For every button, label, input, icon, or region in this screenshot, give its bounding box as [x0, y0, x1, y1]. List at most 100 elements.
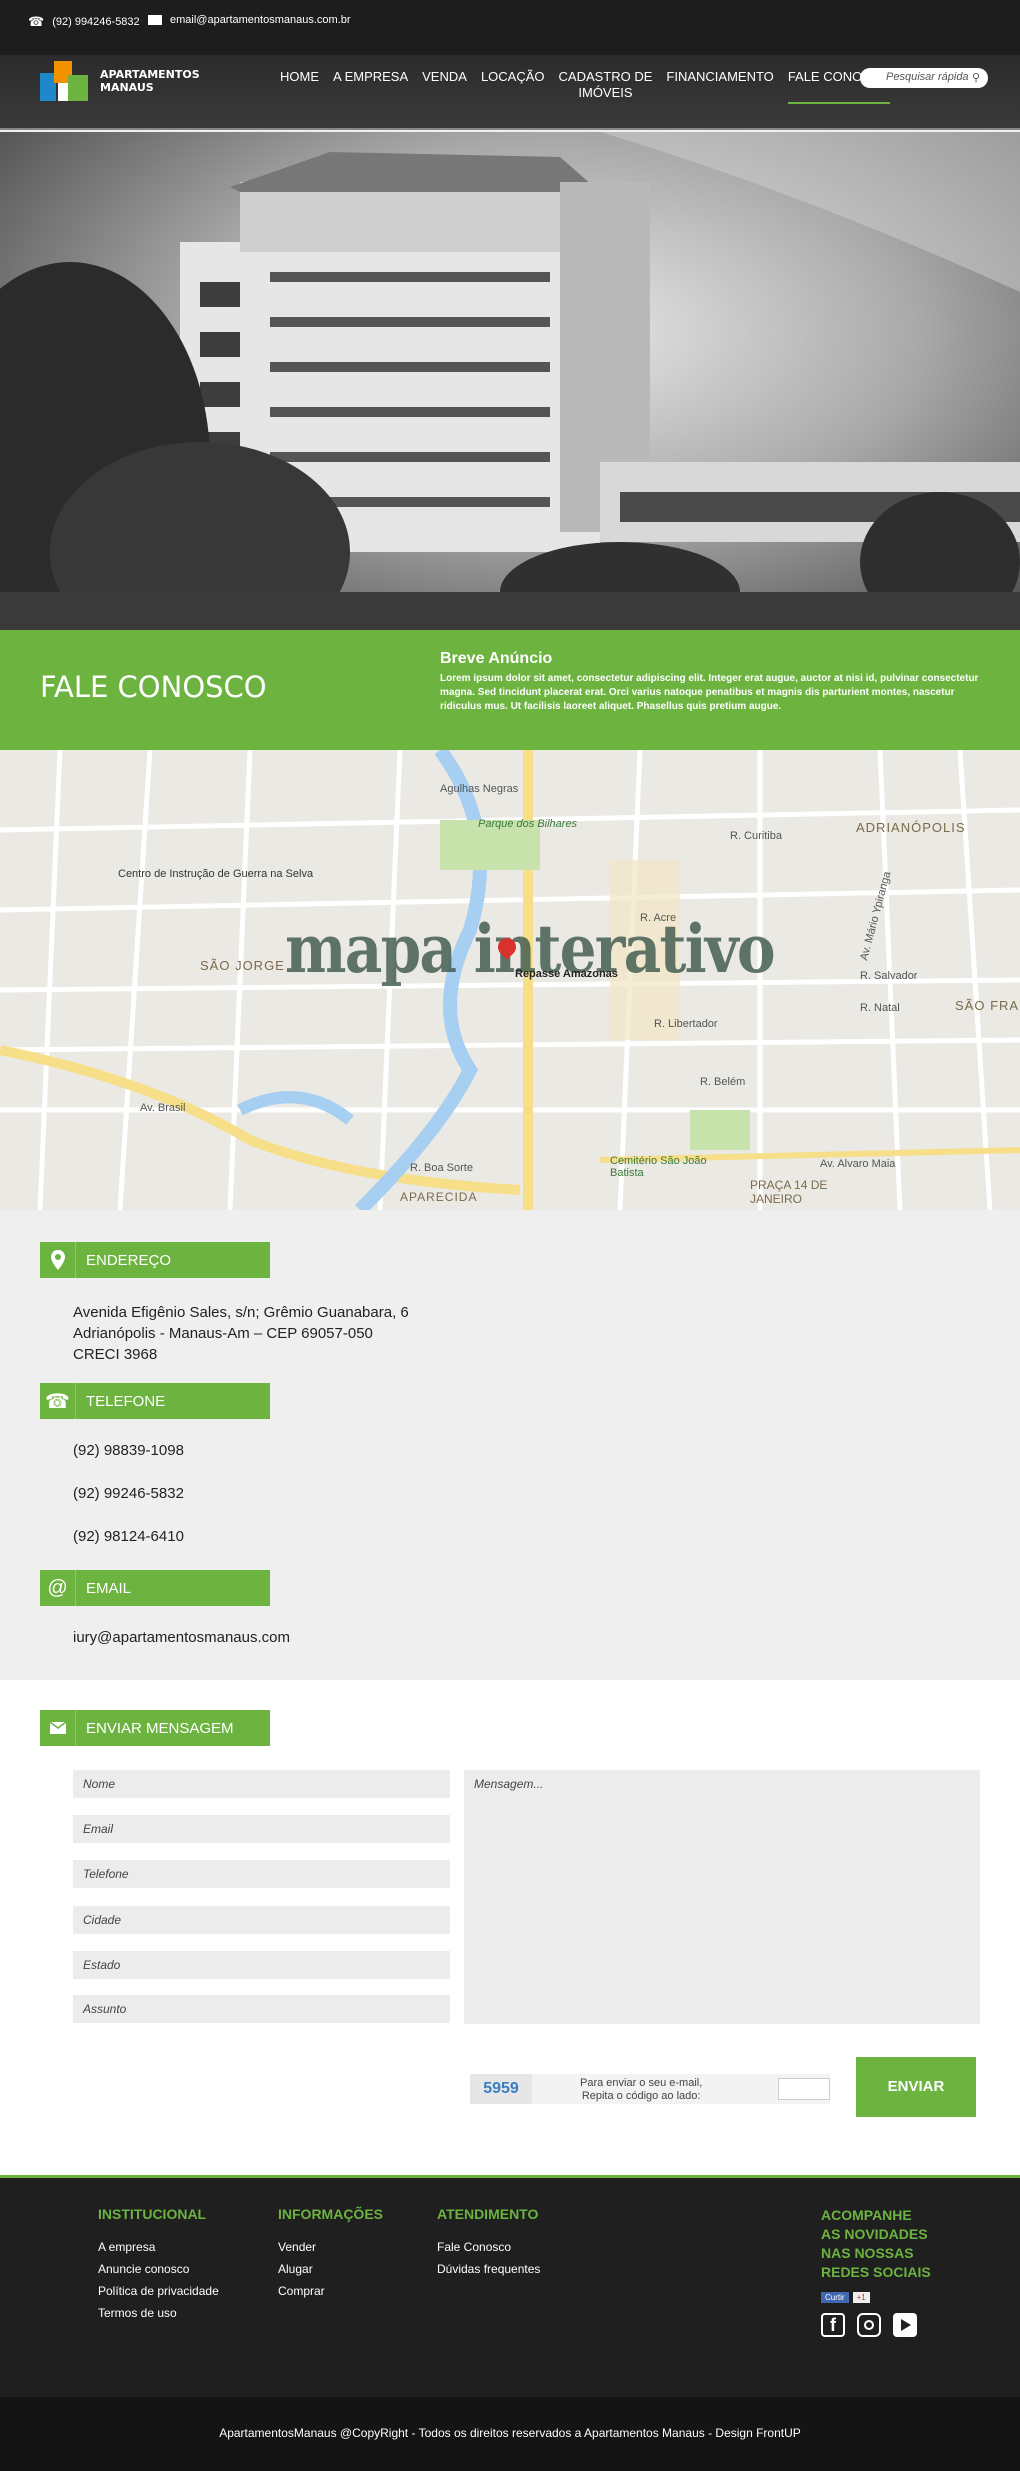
footer-link[interactable]: Política de privacidade: [98, 2280, 219, 2302]
footer-link[interactable]: Alugar: [278, 2258, 383, 2280]
phone-number[interactable]: (92) 98124-6410: [73, 1526, 184, 1547]
map-label: Parque dos Bilhares: [478, 818, 578, 830]
page-title: FALE CONOSCO: [40, 670, 267, 704]
city-field[interactable]: Cidade: [73, 1906, 450, 1934]
address-heading: ENDEREÇO: [40, 1242, 270, 1278]
captcha-text: Repita o código ao lado:: [581, 2090, 701, 2102]
map-label: R. Belém: [700, 1076, 746, 1088]
social-heading-line: REDES SOCIAIS: [821, 2264, 931, 2280]
captcha-input[interactable]: [778, 2078, 830, 2100]
footer-link[interactable]: Termos de uso: [98, 2302, 219, 2324]
logo[interactable]: APARTAMENTOS MANAUS: [40, 61, 200, 101]
phone-icon: ☎: [40, 1383, 76, 1419]
map-label: R. Curitiba: [730, 830, 782, 842]
footer-social: ACOMPANHE AS NOVIDADES NAS NOSSAS REDES …: [821, 2206, 931, 2337]
subject-field[interactable]: Assunto: [73, 1995, 450, 2023]
nav-item-venda[interactable]: VENDA: [422, 69, 467, 104]
instagram-icon[interactable]: [857, 2313, 881, 2337]
location-pin-icon: [40, 1242, 76, 1278]
submit-button[interactable]: ENVIAR: [856, 2057, 976, 2117]
phone-field[interactable]: Telefone: [73, 1860, 450, 1888]
topbar-email[interactable]: email@apartamentosmanaus.com.br: [148, 14, 351, 26]
search-input[interactable]: Pesquisar rápida ⚲: [860, 68, 988, 88]
email-title: EMAIL: [86, 1579, 132, 1597]
form-title: ENVIAR MENSAGEM: [86, 1719, 234, 1737]
message-field[interactable]: Mensagem...: [464, 1770, 980, 2024]
footer-link[interactable]: Dúvidas frequentes: [437, 2258, 540, 2280]
footer-col-atendimento: ATENDIMENTO Fale Conosco Dúvidas frequen…: [437, 2206, 540, 2280]
map-label: R. Salvador: [860, 970, 918, 982]
footer-link[interactable]: Anuncie conosco: [98, 2258, 219, 2280]
footer-col-informacoes: INFORMAÇÕES Vender Alugar Comprar: [278, 2206, 383, 2302]
address-line: Avenida Efigênio Sales, s/n; Grêmio Guan…: [73, 1304, 409, 1321]
phone-number[interactable]: (92) 99246-5832: [73, 1483, 184, 1504]
email-field[interactable]: Email: [73, 1815, 450, 1843]
nav-item-home[interactable]: HOME: [280, 69, 319, 104]
footer-link[interactable]: Comprar: [278, 2280, 383, 2302]
form-heading: ENVIAR MENSAGEM: [40, 1710, 270, 1746]
state-field[interactable]: Estado: [73, 1951, 450, 1979]
google-plus-button[interactable]: +1: [852, 2292, 870, 2303]
facebook-icon[interactable]: f: [821, 2313, 845, 2337]
social-heading-line: NAS NOSSAS: [821, 2245, 914, 2261]
address-text: Avenida Efigênio Sales, s/n; Grêmio Guan…: [73, 1302, 409, 1365]
footer-link[interactable]: A empresa: [98, 2236, 219, 2258]
copyright: ApartamentosManaus @CopyRight - Todos os…: [0, 2397, 1020, 2471]
captcha-instructions: Para enviar o seu e-mail, Repita o códig…: [580, 2077, 702, 2103]
facebook-like-button[interactable]: Curtir: [821, 2292, 849, 2303]
map-label: SÃO FRA: [955, 998, 1020, 1013]
header: APARTAMENTOS MANAUS HOME A EMPRESA VENDA LO…: [0, 55, 1020, 130]
address-title: ENDEREÇO: [86, 1251, 172, 1269]
logo-line2: MANAUS: [100, 81, 154, 94]
map-label: APARECIDA: [400, 1190, 478, 1204]
nav-item-financiamento[interactable]: FINANCIAMENTO: [666, 69, 773, 104]
map-label: Cemitério São João Batista: [610, 1155, 707, 1179]
contact-form: ENVIAR MENSAGEM Nome Email Telefone Cida…: [0, 1680, 1020, 2175]
address-line: Adrianópolis - Manaus-Am – CEP 69057-050: [73, 1325, 373, 1342]
captcha-box: 5959 Para enviar o seu e-mail, Repita o …: [470, 2074, 830, 2104]
envelope-icon: [40, 1710, 76, 1746]
phone-title: TELEFONE: [86, 1392, 166, 1410]
interactive-map[interactable]: Centro de Instrução de Guerra na Selva P…: [0, 750, 1020, 1210]
map-label: Av. Alvaro Maia: [820, 1158, 896, 1170]
map-label: PRAÇA 14 DE JANEIRO: [750, 1178, 828, 1206]
contact-info: ENDEREÇO Avenida Efigênio Sales, s/n; Gr…: [0, 1210, 1020, 1680]
nav-item-locação[interactable]: LOCAÇÃO: [481, 69, 545, 104]
name-field[interactable]: Nome: [73, 1770, 450, 1798]
captcha-code: 5959: [470, 2074, 532, 2104]
topbar-phone[interactable]: ☎ (92) 994246-5832: [28, 14, 140, 30]
map-label: R. Boa Sorte: [410, 1162, 473, 1174]
footer-heading: ATENDIMENTO: [437, 2206, 539, 2222]
address-line: CRECI 3968: [73, 1346, 158, 1363]
phone-icon: ☎: [28, 14, 45, 29]
social-heading: ACOMPANHE AS NOVIDADES NAS NOSSAS REDES …: [821, 2206, 931, 2282]
building-illustration: [0, 132, 1020, 630]
topbar-phone-text: (92) 994246-5832: [52, 16, 140, 28]
logo-icon: [40, 61, 92, 101]
nav-item-cadastro-de-imóveis[interactable]: CADASTRO DE IMÓVEIS: [559, 69, 653, 104]
map-label: Av. Brasil: [140, 1102, 186, 1114]
topbar-email-text: email@apartamentosmanaus.com.br: [170, 14, 351, 26]
contact-email[interactable]: iury@apartamentosmanaus.com: [73, 1627, 290, 1648]
youtube-icon[interactable]: [893, 2313, 917, 2337]
map-marker-label: Repasse Amazonas: [515, 968, 618, 980]
map-label: Agulhas Negras: [440, 783, 519, 795]
top-bar: ☎ (92) 994246-5832 email@apartamentosman…: [0, 0, 1020, 55]
map-label: R. Libertador: [654, 1018, 718, 1030]
main-nav: HOME A EMPRESA VENDA LOCAÇÃO CADASTRO DE IMÓ…: [280, 69, 891, 104]
footer-heading: INFORMAÇÕES: [278, 2206, 383, 2222]
footer-link[interactable]: Vender: [278, 2236, 383, 2258]
phone-number[interactable]: (92) 98839-1098: [73, 1440, 184, 1461]
logo-line1: APARTAMENTOS: [100, 68, 200, 81]
footer-link[interactable]: Fale Conosco: [437, 2236, 540, 2258]
hero-image: [0, 132, 1020, 630]
phone-heading: ☎ TELEFONE: [40, 1383, 270, 1419]
nav-item-a-empresa[interactable]: A EMPRESA: [333, 69, 408, 104]
captcha-text: Para enviar o seu e-mail,: [580, 2077, 703, 2089]
at-sign-icon: @: [40, 1570, 76, 1606]
footer-col-institucional: INSTITUCIONAL A empresa Anuncie conosco …: [98, 2206, 219, 2324]
map-label: SÃO JORGE: [200, 958, 285, 973]
social-heading-line: AS NOVIDADES: [821, 2226, 928, 2242]
banner-text: Lorem ipsum dolor sit amet, consectetur …: [440, 673, 979, 712]
footer: INSTITUCIONAL A empresa Anuncie conosco …: [0, 2175, 1020, 2397]
